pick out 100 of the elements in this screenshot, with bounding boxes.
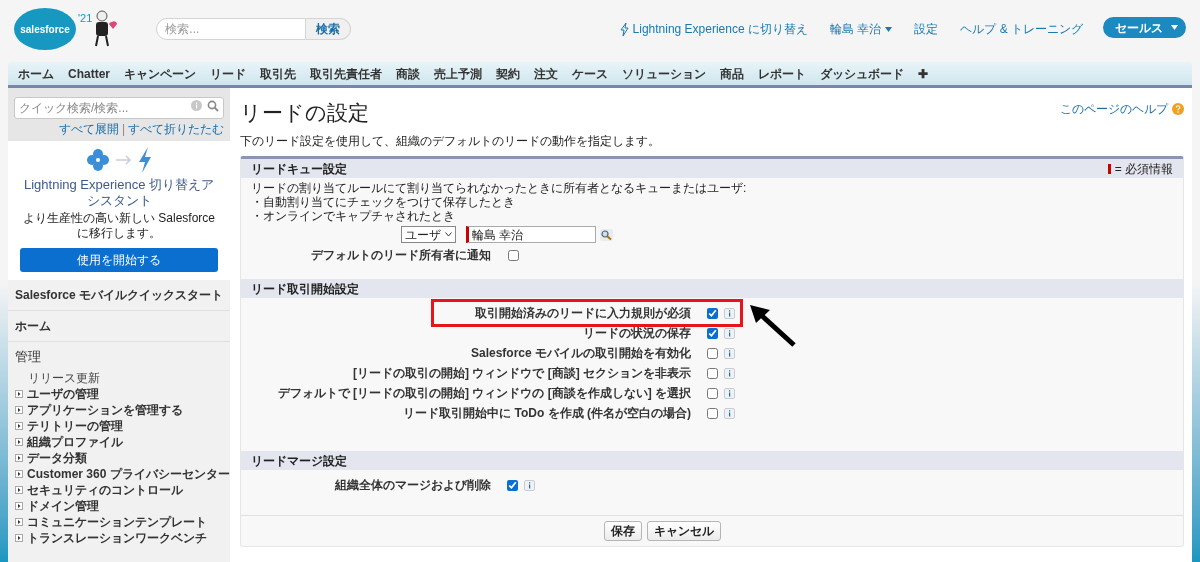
expand-icon	[15, 533, 23, 542]
sidebar-tree-item[interactable]: トランスレーションワークベンチ	[15, 529, 207, 546]
info-icon	[724, 327, 735, 339]
logo: salesforce	[14, 8, 76, 50]
expand-all-link[interactable]: すべて展開	[58, 120, 119, 138]
chevron-icon	[445, 232, 452, 237]
section-title: リードマージ設定	[251, 452, 347, 470]
search-icon	[207, 100, 219, 112]
setting-label: デフォルトのリード所有者に通知	[311, 247, 491, 263]
form-button[interactable]: 保存	[603, 521, 642, 541]
header-link[interactable]: ヘルプ & トレーニング	[960, 20, 1083, 38]
setting-label: リードの状況の保存	[583, 325, 691, 341]
annotation-arrow	[748, 303, 796, 347]
setting-label: 組織全体のマージおよび削除	[335, 477, 491, 493]
info-icon	[724, 387, 735, 399]
setting-checkbox[interactable]	[508, 249, 519, 261]
lightning-icon	[138, 147, 152, 173]
nav-tab[interactable]: リード	[210, 64, 246, 83]
setting-label: [リードの取引の開始] ウィンドウで [商談] セクションを非表示	[353, 365, 691, 381]
nav-tab[interactable]: Chatter	[68, 64, 110, 83]
sidebar-link[interactable]: リリース更新	[28, 369, 100, 386]
section-title: リード取引開始設定	[251, 280, 359, 298]
sidebar-tree-item[interactable]: Customer 360 プライバシーセンター	[15, 465, 230, 482]
nav-tab[interactable]: 取引先	[260, 64, 296, 83]
info-icon	[191, 100, 202, 111]
nav-tab[interactable]: ✚	[918, 64, 928, 83]
sidebar-tree-item[interactable]: データ分類	[15, 449, 87, 466]
info-icon	[524, 479, 535, 491]
info-icon	[724, 347, 735, 359]
arrow-icon	[116, 155, 132, 165]
info-icon	[724, 307, 735, 319]
form-button[interactable]: キャンセル	[646, 521, 721, 541]
help-icon	[1172, 103, 1184, 115]
queue-description: ・自動割り当てにチェックをつけて保存したとき	[251, 195, 515, 209]
setting-checkbox[interactable]	[507, 479, 518, 491]
setting-checkbox[interactable]	[707, 407, 718, 419]
sidebar-tree-item[interactable]: ドメイン管理	[15, 497, 99, 514]
quick-search-field[interactable]: クイック検索/検索...	[14, 97, 224, 119]
lightning-icon	[619, 22, 629, 36]
mascot-drawing	[92, 8, 119, 48]
owner-type-select[interactable]: ユーザ	[401, 226, 456, 243]
search-field[interactable]: 検索...	[156, 18, 307, 40]
nav-tab[interactable]: 売上予測	[434, 64, 482, 83]
queue-description: リードの割り当てルールにて割り当てられなかったときに所有者となるキューまたはユーザ:	[251, 181, 747, 195]
nav-tab[interactable]: キャンペーン	[124, 64, 196, 83]
setting-checkbox[interactable]	[707, 387, 718, 399]
promo-title: Lightning Experience 切り替えアシスタント	[23, 177, 215, 209]
sidebar-tree-item[interactable]: アプリケーションを管理する	[15, 401, 183, 418]
user-menu[interactable]: 輪島 幸治	[830, 20, 893, 38]
collapse-all-link[interactable]: すべて折りたたむ	[128, 120, 224, 138]
sidebar-tree-item[interactable]: コミュニケーションテンプレート	[15, 513, 207, 530]
setting-label: リード取引開始中に ToDo を作成 (件名が空白の場合)	[403, 405, 691, 421]
section-title: リードキュー設定	[251, 160, 347, 178]
sidebar-tree-item[interactable]: ユーザの管理	[15, 385, 99, 402]
sidebar-tree-item[interactable]: セキュリティのコントロール	[15, 481, 183, 498]
caret-icon	[885, 26, 893, 32]
expand-icon	[15, 405, 23, 414]
app-menu[interactable]: セールス	[1103, 17, 1186, 38]
sidebar-tree-item[interactable]: 組織プロファイル	[15, 433, 123, 450]
search-button[interactable]: 検索	[306, 18, 352, 40]
sidebar-heading: 管理	[15, 348, 42, 366]
expand-icon	[15, 453, 23, 462]
release-label: '21	[78, 11, 93, 26]
expand-icon	[15, 485, 23, 494]
expand-icon	[15, 469, 23, 478]
setting-checkbox[interactable]	[707, 347, 718, 359]
expand-icon	[15, 389, 23, 398]
caret-icon	[1171, 25, 1178, 30]
nav-tab[interactable]: レポート	[758, 64, 806, 83]
nav-tab[interactable]: ダッシュボード	[820, 64, 904, 83]
info-icon	[724, 367, 735, 379]
header-link[interactable]: 設定	[914, 20, 939, 38]
setting-label: Salesforce モバイルの取引開始を有効化	[470, 345, 691, 361]
nav-tab[interactable]: 契約	[496, 64, 520, 83]
lookup-icon	[600, 228, 613, 241]
setting-label: デフォルトで [リードの取引の開始] ウィンドウの [商談を作成しない] を選択	[277, 385, 691, 401]
start-button[interactable]: 使用を開始する	[20, 248, 218, 272]
switch-link[interactable]: Lightning Experience に切り替え	[619, 20, 808, 38]
nav-tab[interactable]: ケース	[572, 64, 608, 83]
page-description: 下のリード設定を使用して、組織のデフォルトのリードの動作を指定します。	[240, 133, 661, 150]
help-link[interactable]: このページのヘルプ	[1060, 100, 1184, 118]
nav-tab[interactable]: ホーム	[18, 64, 54, 83]
required-legend: = 必須情報	[1114, 159, 1173, 178]
setting-checkbox[interactable]	[707, 367, 718, 379]
flower-icon	[86, 148, 110, 172]
page-title: リードの設定	[240, 100, 369, 126]
nav-tab[interactable]: ソリューション	[622, 64, 706, 83]
setting-checkbox[interactable]	[707, 307, 718, 319]
sidebar-tree-item[interactable]: テリトリーの管理	[15, 417, 123, 434]
owner-field[interactable]: 輪島 幸治	[466, 226, 596, 243]
queue-description: ・オンラインでキャプチャされたとき	[251, 209, 455, 223]
nav-tab[interactable]: 商品	[720, 64, 744, 83]
nav-tab[interactable]: 取引先責任者	[310, 64, 382, 83]
nav-tab[interactable]: 商談	[396, 64, 420, 83]
setting-checkbox[interactable]	[707, 327, 718, 339]
expand-icon	[15, 517, 23, 526]
nav-tab[interactable]: 注文	[534, 64, 558, 83]
setting-label: 取引開始済みのリードに入力規則が必須	[475, 305, 691, 321]
expand-icon	[15, 437, 23, 446]
link-separator: |	[121, 121, 125, 138]
